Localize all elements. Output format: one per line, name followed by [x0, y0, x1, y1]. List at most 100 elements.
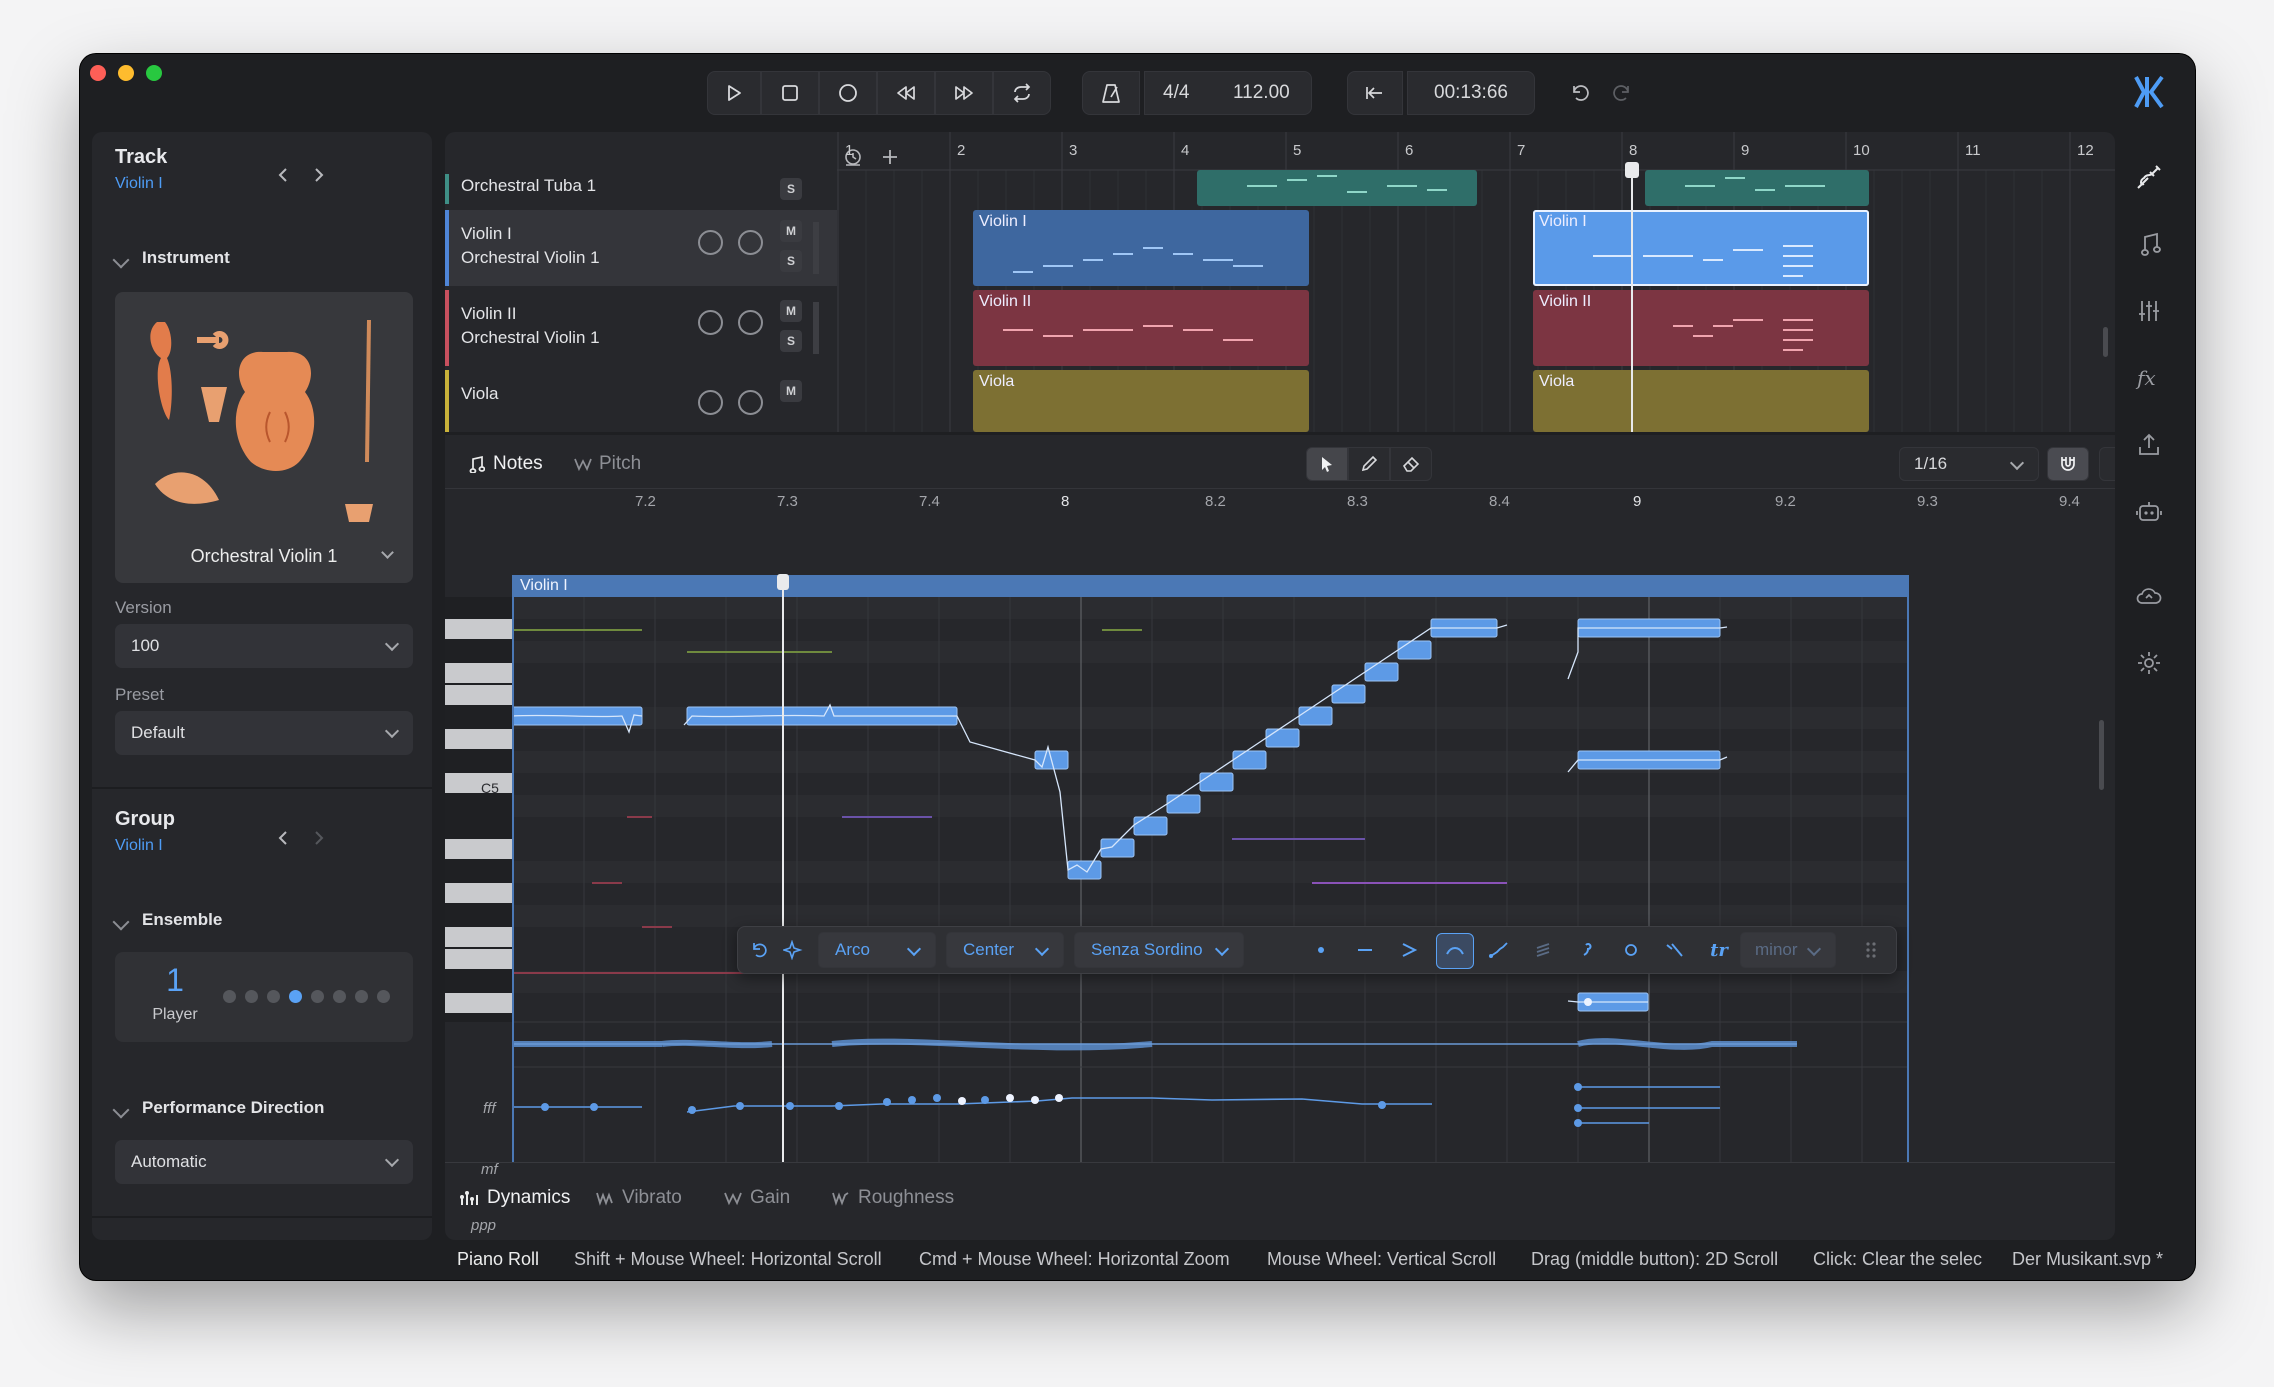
player-dot[interactable]	[223, 990, 236, 1003]
redo-button[interactable]	[1604, 76, 1640, 110]
pencil-tool-button[interactable]	[1348, 447, 1390, 481]
record-button[interactable]	[819, 71, 877, 115]
fast-forward-button[interactable]	[935, 71, 993, 115]
tab-pitch[interactable]: Pitch	[573, 453, 641, 475]
piano-roll-playhead[interactable]	[782, 575, 784, 1162]
track-row[interactable]: Orchestral Tuba 1 S	[445, 174, 837, 204]
pan-knob[interactable]	[738, 230, 763, 255]
visibility-menu-button[interactable]	[2099, 447, 2115, 481]
mute-select[interactable]: Senza Sordino	[1074, 932, 1244, 968]
track-row[interactable]: Viola M	[445, 370, 837, 432]
undo-button[interactable]	[1562, 76, 1598, 110]
performance-section-title[interactable]: Performance Direction	[142, 1098, 324, 1118]
arrangement-playhead[interactable]	[1631, 162, 1633, 432]
solo-button[interactable]: S	[780, 250, 802, 272]
export-panel-button[interactable]	[2132, 428, 2166, 462]
tab-notes[interactable]: Notes	[467, 453, 543, 475]
trill-button[interactable]: tr	[1704, 935, 1734, 965]
playhead-handle[interactable]	[777, 574, 789, 590]
tab-vibrato[interactable]: Vibrato	[595, 1187, 682, 1209]
piano-roll-ruler[interactable]: 7.2 7.3 7.4 8 8.2 8.3 8.4 9 9.2 9.3 9.4	[445, 488, 2115, 513]
play-button[interactable]	[707, 71, 761, 115]
settings-button[interactable]	[2132, 646, 2166, 680]
tab-roughness[interactable]: Roughness	[831, 1187, 954, 1209]
tab-dynamics[interactable]: Dynamics	[459, 1187, 570, 1209]
player-dot[interactable]	[355, 990, 368, 1003]
viola-clip[interactable]: Viola	[1533, 370, 1869, 432]
violin-2-clip[interactable]: Violin II	[1533, 290, 1869, 366]
instrument-collapse-icon[interactable]	[112, 251, 130, 269]
next-group-button[interactable]	[306, 825, 332, 851]
ensemble-section-title[interactable]: Ensemble	[142, 910, 222, 930]
mute-button[interactable]: M	[780, 380, 802, 402]
time-signature[interactable]: 4/4	[1163, 82, 1189, 104]
tempo-display[interactable]: 4/4 112.00	[1144, 71, 1312, 115]
player-dot[interactable]	[333, 990, 346, 1003]
eraser-tool-button[interactable]	[1390, 447, 1432, 481]
notes-panel-button[interactable]	[2132, 227, 2166, 261]
close-window-button[interactable]	[90, 65, 106, 81]
tuba-clip[interactable]	[1197, 170, 1477, 206]
volume-knob[interactable]	[698, 310, 723, 335]
snap-toggle-button[interactable]	[2047, 447, 2089, 481]
rewind-button[interactable]	[877, 71, 935, 115]
accent-button[interactable]	[1392, 935, 1426, 965]
arrangement-scrollbar[interactable]	[2103, 327, 2108, 357]
ensemble-collapse-icon[interactable]	[112, 913, 130, 931]
mute-button[interactable]: M	[780, 220, 802, 242]
previous-group-button[interactable]	[270, 825, 296, 851]
tremolo-button[interactable]	[1526, 935, 1560, 965]
pan-knob[interactable]	[738, 310, 763, 335]
instrument-panel-button[interactable]	[2132, 160, 2166, 194]
articulation-select[interactable]: Arco	[818, 932, 936, 968]
tab-gain[interactable]: Gain	[723, 1187, 790, 1209]
track-row-selected[interactable]: Violin I Orchestral Violin 1 M S	[445, 210, 837, 286]
region-bar[interactable]: Violin I	[512, 575, 1908, 597]
playhead-handle[interactable]	[1625, 162, 1639, 178]
player-dot[interactable]	[245, 990, 258, 1003]
mixer-panel-button[interactable]	[2132, 294, 2166, 328]
violin-1-clip-selected[interactable]: Violin I	[1533, 210, 1869, 286]
track-row[interactable]: Violin II Orchestral Violin 1 M S	[445, 290, 837, 366]
volume-knob[interactable]	[698, 390, 723, 415]
solo-button[interactable]: S	[780, 178, 802, 200]
ensemble-card[interactable]: 1 Player	[115, 952, 413, 1042]
next-track-button[interactable]	[306, 162, 332, 188]
breath-button[interactable]	[1570, 935, 1604, 965]
staccato-button[interactable]	[1304, 935, 1338, 965]
piano-keyboard[interactable]: C5	[445, 597, 512, 1022]
trill-mode-select[interactable]: minor	[1740, 932, 1836, 968]
fall-button[interactable]	[1658, 935, 1692, 965]
reset-button[interactable]	[744, 935, 774, 965]
mute-button[interactable]: M	[780, 300, 802, 322]
effects-panel-button[interactable]: fx	[2132, 361, 2166, 395]
metronome-button[interactable]	[1082, 71, 1140, 115]
volume-knob[interactable]	[698, 230, 723, 255]
violin-2-clip[interactable]: Violin II	[973, 290, 1309, 366]
piano-roll-scrollbar[interactable]	[2099, 720, 2104, 790]
tenuto-button[interactable]	[1348, 935, 1382, 965]
previous-track-button[interactable]	[270, 162, 296, 188]
player-dot-selected[interactable]	[289, 990, 302, 1003]
ai-panel-button[interactable]	[2132, 495, 2166, 529]
note-grid[interactable]	[512, 597, 1908, 1162]
player-dot[interactable]	[311, 990, 324, 1003]
auto-button[interactable]	[778, 935, 808, 965]
glissando-button[interactable]	[1482, 935, 1516, 965]
violin-1-clip[interactable]: Violin I	[973, 210, 1309, 286]
stop-button[interactable]	[761, 71, 819, 115]
viola-clip[interactable]: Viola	[973, 370, 1309, 432]
harmonic-button[interactable]	[1614, 935, 1648, 965]
preset-select[interactable]: Default	[115, 711, 413, 755]
return-to-start-button[interactable]	[1347, 71, 1403, 115]
pan-knob[interactable]	[738, 390, 763, 415]
tuba-clip[interactable]	[1645, 170, 1869, 206]
player-dot[interactable]	[267, 990, 280, 1003]
tempo-value[interactable]: 112.00	[1233, 82, 1290, 104]
slur-button[interactable]	[1436, 933, 1474, 969]
minimize-window-button[interactable]	[118, 65, 134, 81]
drag-handle[interactable]	[1858, 935, 1884, 965]
loop-button[interactable]	[993, 71, 1051, 115]
zoom-window-button[interactable]	[146, 65, 162, 81]
version-select[interactable]: 100	[115, 624, 413, 668]
